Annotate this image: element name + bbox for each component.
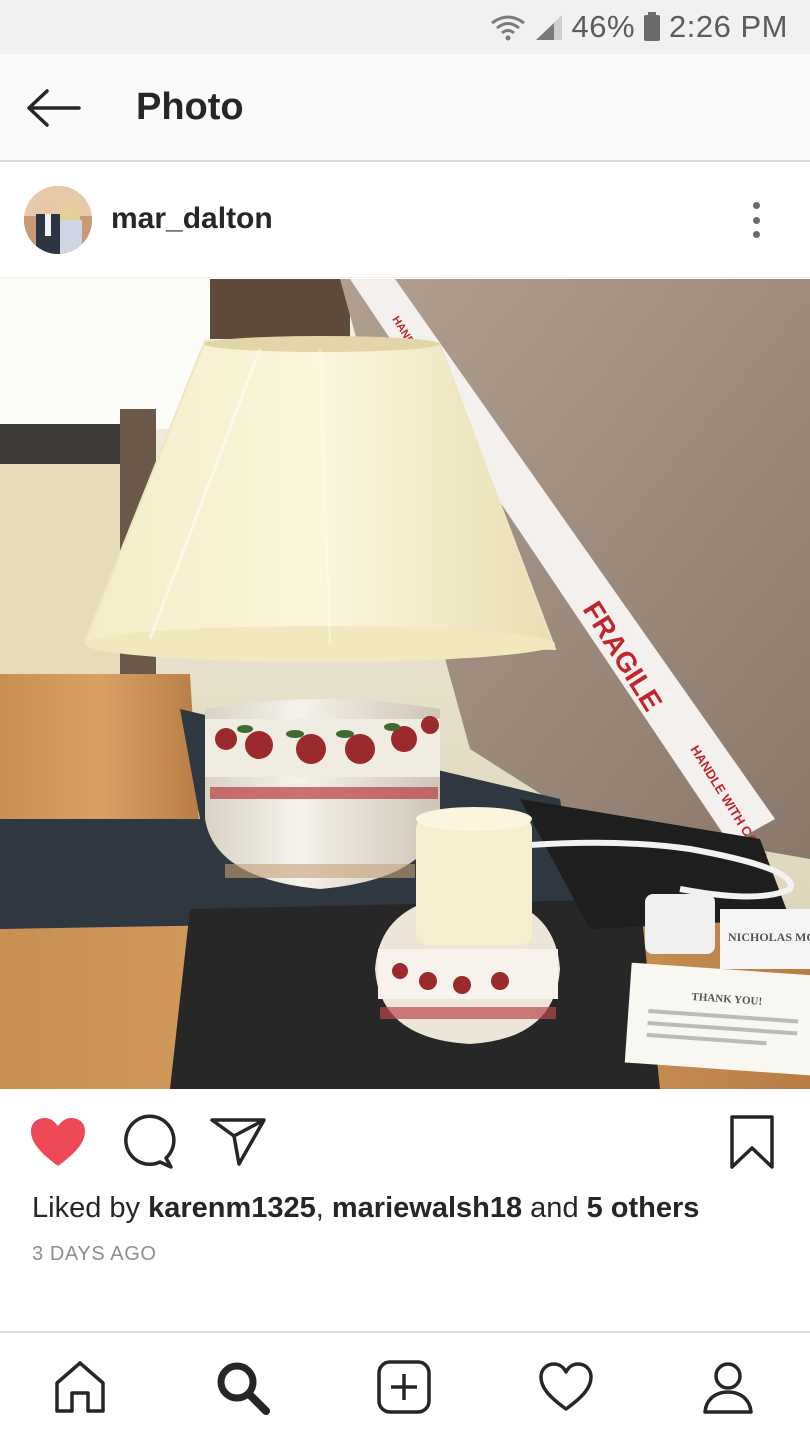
more-vertical-icon — [752, 202, 760, 209]
more-options-button[interactable] — [738, 198, 774, 242]
save-button[interactable] — [722, 1112, 782, 1172]
heart-filled-icon — [31, 1118, 85, 1166]
back-button[interactable] — [22, 82, 84, 134]
profile-icon — [703, 1362, 753, 1414]
liker-link-1[interactable]: karenm1325 — [148, 1192, 316, 1224]
wifi-icon — [490, 15, 525, 41]
battery-icon — [644, 12, 661, 41]
post-username[interactable]: mar_dalton — [111, 202, 273, 236]
nav-search[interactable] — [212, 1357, 272, 1417]
comment-icon — [124, 1114, 176, 1169]
card-brand-text: NICHOLAS MOSSE — [728, 930, 810, 944]
nav-home[interactable] — [50, 1357, 110, 1417]
page-title: Photo — [136, 86, 244, 128]
likes-prefix: Liked by — [32, 1192, 149, 1224]
post-timestamp: 3 DAYS AGO — [32, 1243, 157, 1265]
bottom-nav — [0, 1331, 810, 1440]
new-post-icon — [377, 1360, 431, 1414]
activity-icon — [539, 1362, 593, 1411]
comment-button[interactable] — [118, 1112, 178, 1172]
nav-new-post[interactable] — [374, 1357, 434, 1417]
action-bar — [0, 1090, 810, 1190]
nav-activity[interactable] — [536, 1357, 596, 1417]
app-header: Photo — [0, 54, 810, 162]
likes-and: and — [522, 1192, 587, 1224]
home-icon — [55, 1361, 105, 1413]
share-button[interactable] — [208, 1112, 268, 1172]
battery-percent: 46% — [571, 9, 636, 44]
search-icon — [217, 1362, 270, 1415]
post-photo[interactable]: HANDLE WITH CARE FRAGILE HANDLE WITH CAR… — [0, 279, 810, 1089]
share-icon — [210, 1118, 266, 1166]
liker-link-2[interactable]: mariewalsh18 — [332, 1192, 522, 1224]
likes-summary: Liked by karenm1325, mariewalsh18 and 5 … — [32, 1192, 699, 1225]
likes-separator: , — [315, 1192, 332, 1224]
nav-profile[interactable] — [698, 1357, 758, 1417]
bookmark-icon — [730, 1115, 774, 1169]
back-arrow-icon — [27, 89, 81, 127]
status-bar: 46% 2:26 PM — [0, 0, 810, 54]
avatar[interactable] — [24, 186, 92, 254]
clock: 2:26 PM — [669, 9, 788, 44]
likes-others-link[interactable]: 5 others — [587, 1192, 700, 1224]
signal-icon — [535, 15, 562, 40]
like-button[interactable] — [28, 1112, 88, 1172]
post-header: mar_dalton — [0, 164, 810, 278]
